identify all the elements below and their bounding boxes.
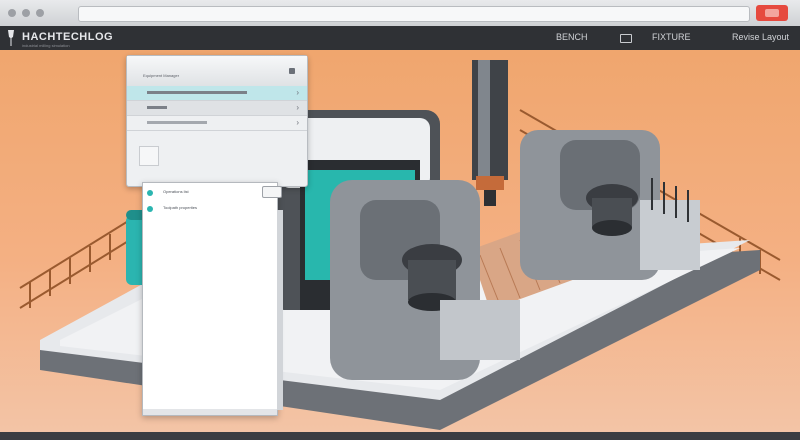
expand-button[interactable] bbox=[262, 186, 282, 198]
milling-machine-illustration bbox=[19, 60, 781, 430]
list-item[interactable]: Toolpath properties bbox=[143, 203, 277, 217]
status-dot-icon bbox=[147, 206, 153, 212]
settings-icon[interactable] bbox=[289, 68, 295, 74]
preview-thumbnail[interactable] bbox=[139, 146, 159, 166]
row-label bbox=[147, 106, 167, 109]
browser-toolbar bbox=[0, 0, 800, 27]
back-icon[interactable] bbox=[8, 9, 16, 17]
header-right-label[interactable]: FIXTURE bbox=[652, 32, 691, 42]
close-button[interactable] bbox=[756, 5, 788, 21]
panel-title: Equipment Manager bbox=[143, 73, 180, 78]
header-far-right-label[interactable]: Revise Layout bbox=[732, 32, 789, 42]
row-label bbox=[147, 121, 207, 124]
item-label: Toolpath properties bbox=[163, 205, 198, 210]
panel-footer bbox=[143, 409, 277, 415]
scrollbar[interactable] bbox=[277, 210, 283, 410]
item-label: Operations list bbox=[163, 189, 189, 194]
header-center-label[interactable]: BENCH bbox=[556, 32, 588, 42]
panel-row[interactable]: › bbox=[127, 101, 307, 116]
window-icon[interactable] bbox=[620, 34, 632, 43]
address-bar[interactable] bbox=[78, 6, 750, 22]
panel-row[interactable]: › bbox=[127, 86, 307, 101]
equipment-panel: Equipment Manager › › › bbox=[126, 55, 308, 187]
forward-icon[interactable] bbox=[22, 9, 30, 17]
chevron-right-icon[interactable]: › bbox=[296, 88, 299, 97]
status-bar bbox=[0, 432, 800, 440]
panel-row[interactable]: › bbox=[127, 116, 307, 131]
chevron-right-icon[interactable]: › bbox=[296, 118, 299, 127]
machine-viewport[interactable] bbox=[0, 50, 800, 432]
operations-sidepanel: Operations list Toolpath properties bbox=[142, 182, 278, 416]
app-tagline: industrial milling simulation bbox=[22, 43, 70, 48]
app-header: HACHTECHLOG industrial milling simulatio… bbox=[0, 26, 800, 50]
status-dot-icon bbox=[147, 190, 153, 196]
list-item[interactable]: Operations list bbox=[143, 187, 277, 201]
chevron-right-icon[interactable]: › bbox=[296, 103, 299, 112]
app-title: HACHTECHLOG bbox=[22, 31, 114, 43]
panel-header: Equipment Manager bbox=[127, 56, 307, 87]
reload-icon[interactable] bbox=[36, 9, 44, 17]
row-label bbox=[147, 91, 247, 94]
brush-icon bbox=[8, 30, 14, 46]
